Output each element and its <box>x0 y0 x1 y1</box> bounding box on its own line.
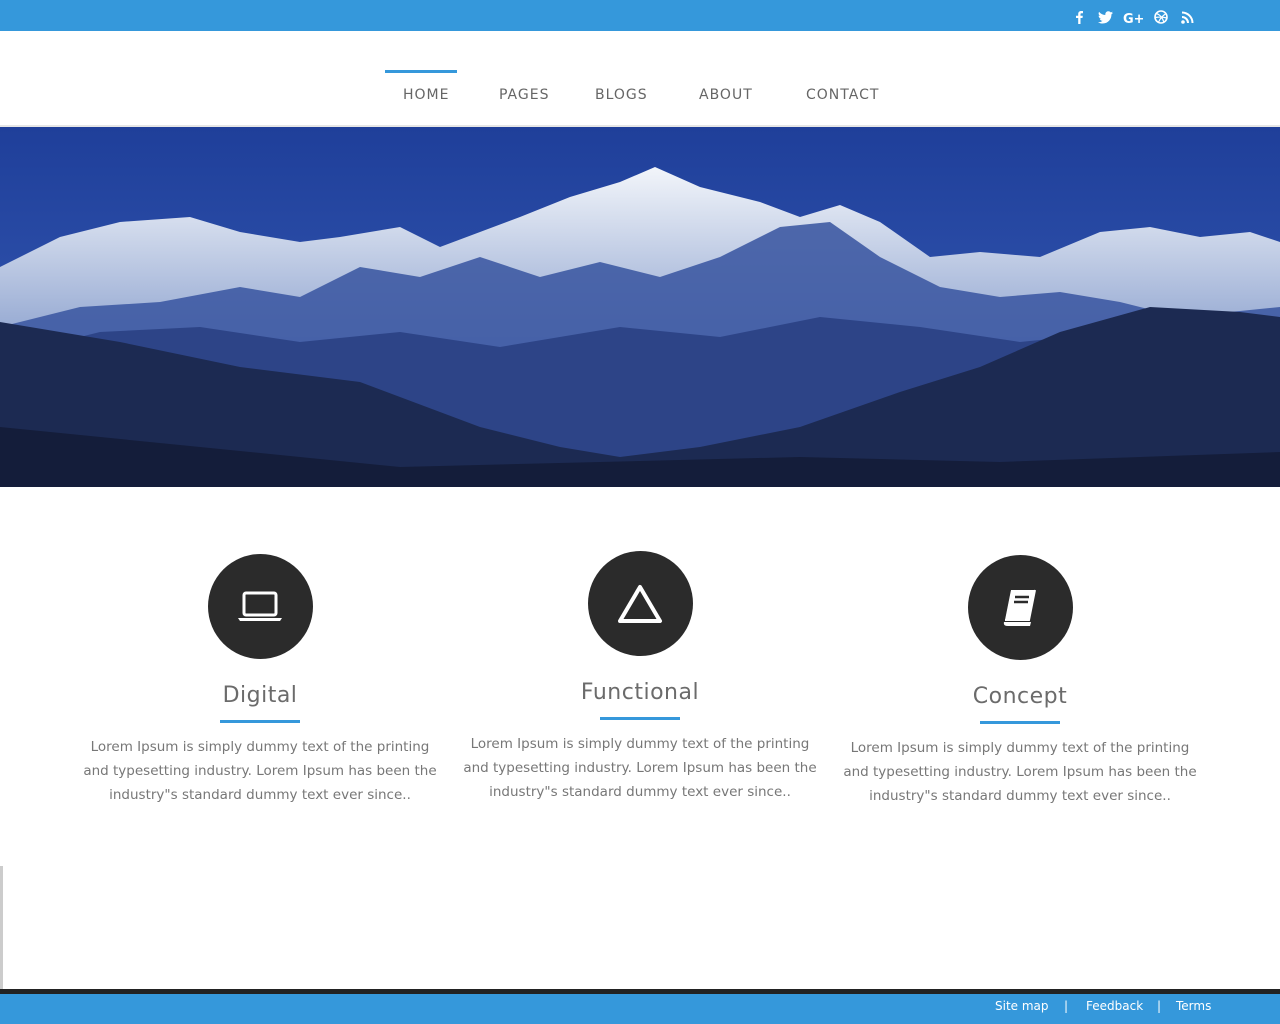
feature-icon-circle <box>207 554 313 659</box>
feature-description: Lorem Ipsum is simply dummy text of the … <box>83 739 437 803</box>
nav-item-home[interactable]: HOME <box>403 87 449 103</box>
nav-active-indicator <box>385 70 457 73</box>
feature-description: Lorem Ipsum is simply dummy text of the … <box>463 736 817 800</box>
feature-digital: Digital Lorem Ipsum is simply dummy text… <box>80 554 440 807</box>
twitter-icon[interactable] <box>1096 8 1114 26</box>
footer-link-sitemap[interactable]: Site map <box>995 999 1049 1013</box>
triangle-icon <box>618 584 662 623</box>
svg-text:G+: G+ <box>1123 12 1143 24</box>
feature-description: Lorem Ipsum is simply dummy text of the … <box>843 740 1197 804</box>
social-links: G+ <box>1070 8 1196 26</box>
feature-icon-circle <box>587 551 693 656</box>
nav-item-pages[interactable]: PAGES <box>499 87 549 103</box>
rss-icon[interactable] <box>1178 8 1196 26</box>
feature-underline <box>980 721 1060 724</box>
nav-item-contact[interactable]: CONTACT <box>806 87 879 103</box>
hero-banner <box>0 127 1280 487</box>
feature-functional: Functional Lorem Ipsum is simply dummy t… <box>460 551 820 804</box>
left-edge-line <box>0 866 3 990</box>
nav-item-blogs[interactable]: BLOGS <box>595 87 648 103</box>
top-bar: G+ <box>0 0 1280 31</box>
feature-underline <box>220 720 300 723</box>
facebook-icon[interactable] <box>1070 8 1088 26</box>
features-section: Digital Lorem Ipsum is simply dummy text… <box>0 487 1280 887</box>
dribbble-icon[interactable] <box>1152 8 1170 26</box>
feature-concept: Concept Lorem Ipsum is simply dummy text… <box>840 555 1200 808</box>
book-icon <box>1003 589 1036 626</box>
google-plus-icon[interactable]: G+ <box>1122 8 1144 26</box>
feature-title: Digital <box>222 683 298 708</box>
feature-underline <box>600 717 680 720</box>
feature-title: Concept <box>972 684 1068 709</box>
feature-title: Functional <box>580 680 700 705</box>
nav-item-about[interactable]: ABOUT <box>699 87 753 103</box>
mountain-range-image <box>0 127 1280 487</box>
footer-separator: | <box>1157 999 1162 1013</box>
footer-link-feedback[interactable]: Feedback <box>1086 999 1143 1013</box>
laptop-icon <box>238 591 282 621</box>
footer-link-terms[interactable]: Terms <box>1176 999 1211 1013</box>
footer-bar: Site map | Feedback | Terms <box>0 994 1280 1024</box>
feature-icon-circle <box>967 555 1073 660</box>
main-navbar: HOME PAGES BLOGS ABOUT CONTACT <box>0 31 1280 127</box>
footer-separator: | <box>1064 999 1069 1013</box>
